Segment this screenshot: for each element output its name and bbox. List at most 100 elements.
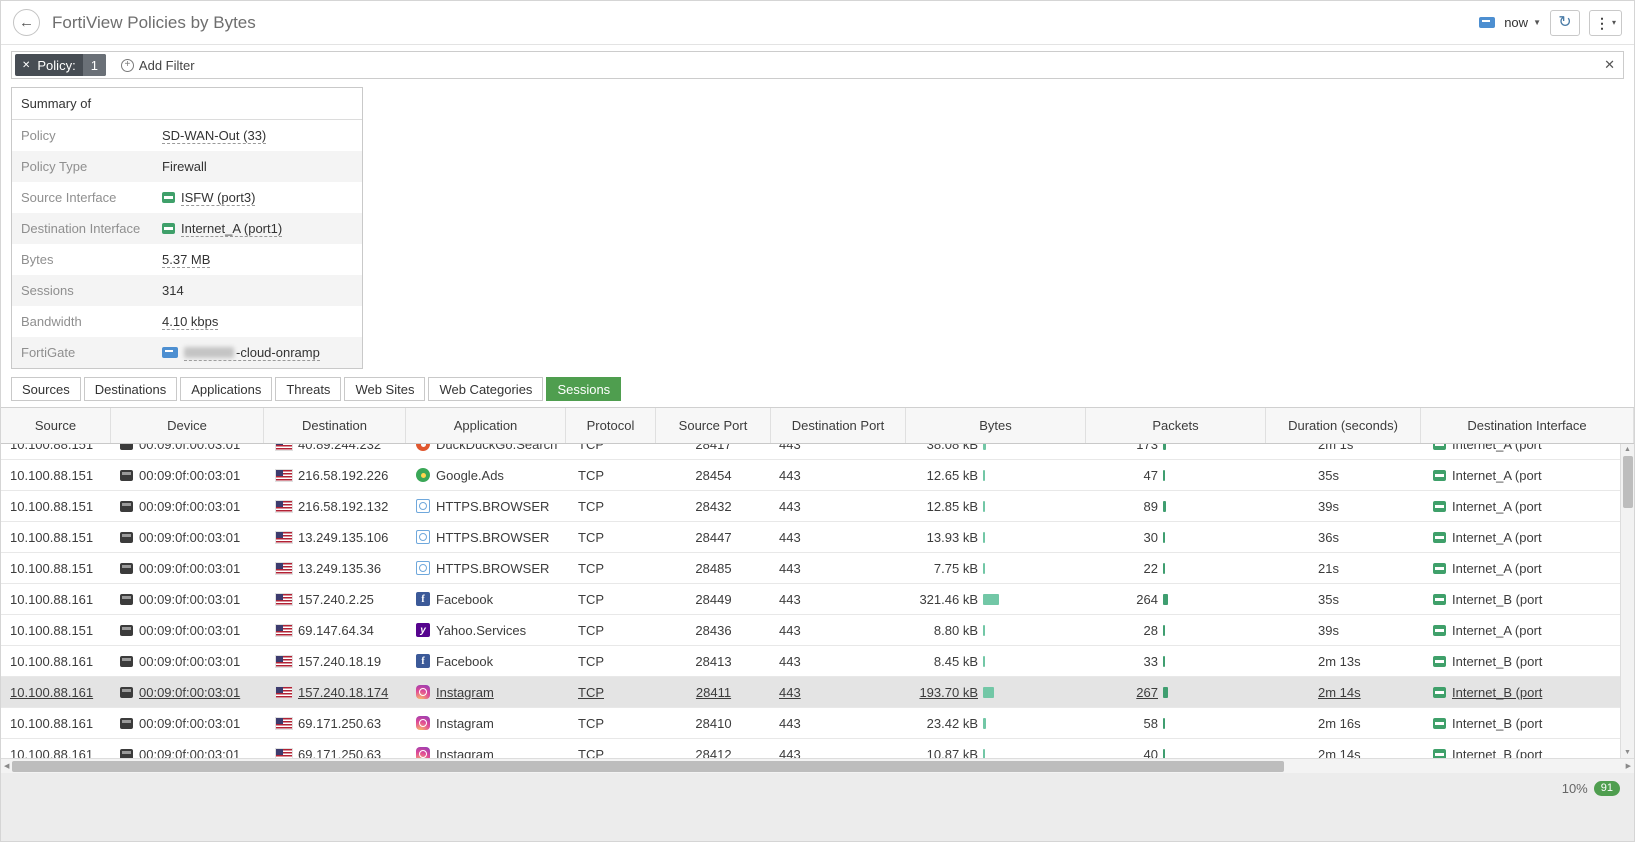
packets-value: 30 [1143, 529, 1158, 545]
back-button[interactable]: ← [13, 9, 40, 36]
destination-interface: Internet_B (port [1452, 746, 1543, 759]
source-ip: 10.100.88.151 [10, 467, 94, 483]
close-filter-bar-icon[interactable]: ✕ [1604, 57, 1615, 73]
session-row[interactable]: 10.100.88.161 00:09:0f:00:03:01 157.240.18… [1, 646, 1620, 677]
column-header-destination-interface[interactable]: Destination Interface [1421, 408, 1634, 443]
tab-sources[interactable]: Sources [11, 377, 81, 401]
percent-indicator: 10% [1561, 781, 1588, 796]
vertical-scrollbar-thumb[interactable] [1622, 456, 1633, 508]
tab-sessions[interactable]: Sessions [546, 377, 622, 401]
application-name: HTTPS.BROWSER [436, 498, 550, 514]
device-icon [120, 562, 133, 574]
more-options-button[interactable]: ⋮ ▾ [1588, 9, 1622, 36]
us-flag-icon [275, 592, 293, 606]
vertical-scrollbar[interactable]: ▲ ▼ [1620, 444, 1634, 758]
destination-port: 443 [779, 529, 801, 545]
protocol: TCP [578, 591, 604, 607]
session-row[interactable]: 10.100.88.151 00:09:0f:00:03:01 69.147.64.… [1, 615, 1620, 646]
protocol: TCP [578, 560, 604, 576]
time-range-dropdown[interactable]: now ▼ [1504, 15, 1541, 30]
interface-icon [1433, 624, 1446, 636]
horizontal-scrollbar-thumb[interactable] [12, 760, 1285, 772]
scroll-left-icon[interactable]: ◀ [4, 763, 9, 770]
session-row[interactable]: 10.100.88.161 00:09:0f:00:03:01 69.171.250… [1, 739, 1620, 758]
session-row[interactable]: 10.100.88.161 00:09:0f:00:03:01 157.240.18… [1, 677, 1620, 708]
application-name: HTTPS.BROWSER [436, 560, 550, 576]
destination-port: 443 [779, 498, 801, 514]
policy-filter-chip[interactable]: ✕ Policy: 1 [15, 54, 106, 76]
bytes-value: 23.42 kB [926, 715, 978, 731]
session-row[interactable]: 10.100.88.151 00:09:0f:00:03:01 216.58.192… [1, 460, 1620, 491]
summary-value-link[interactable]: 4.10 kbps [162, 314, 219, 330]
session-row[interactable]: 10.100.88.161 00:09:0f:00:03:01 69.171.250… [1, 708, 1620, 739]
summary-value-link[interactable]: ISFW (port3) [181, 190, 256, 206]
scroll-right-icon[interactable]: ▶ [1626, 763, 1631, 770]
source-port: 28449 [695, 591, 732, 607]
chevron-down-icon: ▾ [1611, 18, 1616, 27]
us-flag-icon [275, 654, 293, 668]
column-header-destination[interactable]: Destination [264, 408, 406, 443]
column-header-packets[interactable]: Packets [1086, 408, 1266, 443]
column-header-bytes[interactable]: Bytes [906, 408, 1086, 443]
device-mac: 00:09:0f:00:03:01 [139, 467, 241, 483]
summary-value-link[interactable]: 5.37 MB [162, 252, 211, 268]
bytes-bar [983, 469, 985, 481]
tab-destinations[interactable]: Destinations [83, 377, 178, 401]
add-filter-button[interactable]: + Add Filter [111, 54, 204, 76]
column-header-source[interactable]: Source [1, 408, 111, 443]
device-mac: 00:09:0f:00:03:01 [139, 622, 241, 638]
protocol: TCP [578, 498, 604, 514]
us-flag-icon [275, 623, 293, 637]
refresh-button[interactable]: ↻ [1549, 9, 1580, 36]
packets-value: 22 [1143, 560, 1158, 576]
fortigate-icon [162, 347, 178, 358]
destination-ip: 69.171.250.63 [298, 715, 382, 731]
column-header-source-port[interactable]: Source Port [656, 408, 771, 443]
column-header-device[interactable]: Device [111, 408, 264, 443]
remove-filter-icon[interactable]: ✕ [15, 60, 37, 71]
interface-icon [1433, 593, 1446, 605]
table-body: 10.100.88.151 00:09:0f:00:03:01 40.89.244.… [1, 444, 1620, 758]
bytes-bar [983, 444, 986, 450]
summary-value-link[interactable]: SD-WAN-Out (33) [162, 128, 267, 144]
column-header-destination-port[interactable]: Destination Port [771, 408, 906, 443]
device-icon [120, 500, 133, 512]
device-icon [120, 686, 133, 698]
packets-bar [1163, 655, 1165, 667]
summary-value-link[interactable]: -cloud-onramp [184, 345, 320, 361]
duration: 2m 13s [1318, 653, 1361, 669]
time-range-label: now [1504, 15, 1529, 30]
session-row[interactable]: 10.100.88.161 00:09:0f:00:03:01 157.240.2.… [1, 584, 1620, 615]
destination-ip: 13.249.135.36 [298, 560, 382, 576]
tab-applications[interactable]: Applications [180, 377, 273, 401]
column-header-application[interactable]: Application [406, 408, 566, 443]
bytes-bar [983, 748, 985, 758]
source-port: 28411 [695, 684, 732, 700]
session-row[interactable]: 10.100.88.151 00:09:0f:00:03:01 40.89.244.… [1, 444, 1620, 460]
tab-threats[interactable]: Threats [275, 377, 342, 401]
session-row[interactable]: 10.100.88.151 00:09:0f:00:03:01 13.249.135… [1, 553, 1620, 584]
duration: 36s [1318, 529, 1339, 545]
packets-value: 40 [1143, 746, 1158, 759]
summary-value-link[interactable]: Internet_A (port1) [181, 221, 283, 237]
application-name: HTTPS.BROWSER [436, 529, 550, 545]
source-port: 28432 [695, 498, 732, 514]
source-port: 28412 [695, 746, 732, 759]
table-header: Source Device Destination Application Protoc… [1, 407, 1634, 444]
session-row[interactable]: 10.100.88.151 00:09:0f:00:03:01 13.249.135… [1, 522, 1620, 553]
topbar-actions: now ▼ ↻ ⋮ ▾ [1479, 9, 1622, 36]
us-flag-icon [275, 561, 293, 575]
horizontal-scrollbar[interactable]: ◀ ▶ [1, 758, 1634, 773]
column-header-duration-seconds[interactable]: Duration (seconds) [1266, 408, 1421, 443]
scroll-up-icon[interactable]: ▲ [1624, 446, 1631, 453]
tab-web-categories[interactable]: Web Categories [428, 377, 544, 401]
session-row[interactable]: 10.100.88.151 00:09:0f:00:03:01 216.58.192… [1, 491, 1620, 522]
interface-icon [1433, 469, 1446, 481]
column-header-protocol[interactable]: Protocol [566, 408, 656, 443]
scroll-down-icon[interactable]: ▼ [1624, 749, 1631, 756]
summary-title: Summary of [12, 88, 362, 120]
tab-web-sites[interactable]: Web Sites [344, 377, 426, 401]
device-mac: 00:09:0f:00:03:01 [139, 715, 241, 731]
application-name: Google.Ads [436, 467, 504, 483]
summary-label: FortiGate [21, 345, 76, 360]
